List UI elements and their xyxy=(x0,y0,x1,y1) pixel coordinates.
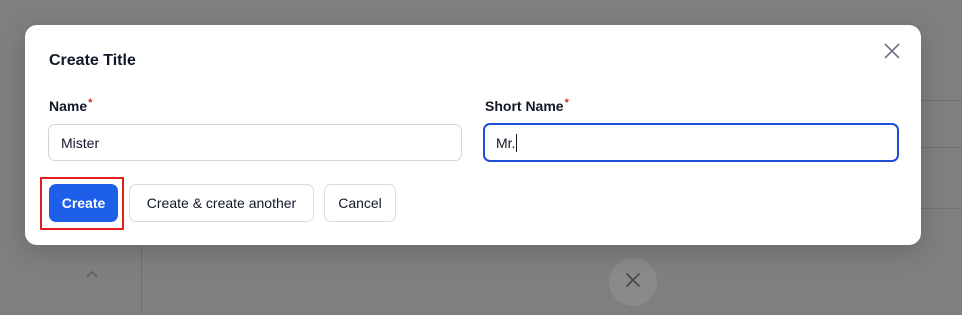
create-title-modal: Create Title Name* Mister Short Name* Mr… xyxy=(25,25,921,245)
background-close-button xyxy=(609,258,657,306)
name-input[interactable]: Mister xyxy=(48,124,462,161)
modal-title: Create Title xyxy=(49,52,136,69)
create-button[interactable]: Create xyxy=(49,184,118,222)
short-name-label-text: Short Name xyxy=(485,98,564,114)
close-icon xyxy=(884,43,900,64)
cancel-button[interactable]: Cancel xyxy=(324,184,396,222)
short-name-input-value: Mr. xyxy=(496,134,516,151)
chevron-up-icon xyxy=(84,266,100,282)
name-field-label: Name* xyxy=(49,97,93,114)
required-marker: * xyxy=(88,97,93,109)
create-and-create-another-button[interactable]: Create & create another xyxy=(129,184,314,222)
short-name-field-label: Short Name* xyxy=(485,97,569,114)
required-marker: * xyxy=(564,97,569,109)
text-caret xyxy=(516,133,518,152)
short-name-input[interactable]: Mr. xyxy=(483,123,899,162)
close-button[interactable] xyxy=(882,43,902,63)
background-divider xyxy=(920,147,962,148)
background-divider xyxy=(920,208,962,209)
background-divider xyxy=(920,100,962,101)
close-icon xyxy=(625,272,641,293)
name-label-text: Name xyxy=(49,98,88,114)
background-divider xyxy=(141,240,142,315)
name-input-value: Mister xyxy=(61,134,100,151)
